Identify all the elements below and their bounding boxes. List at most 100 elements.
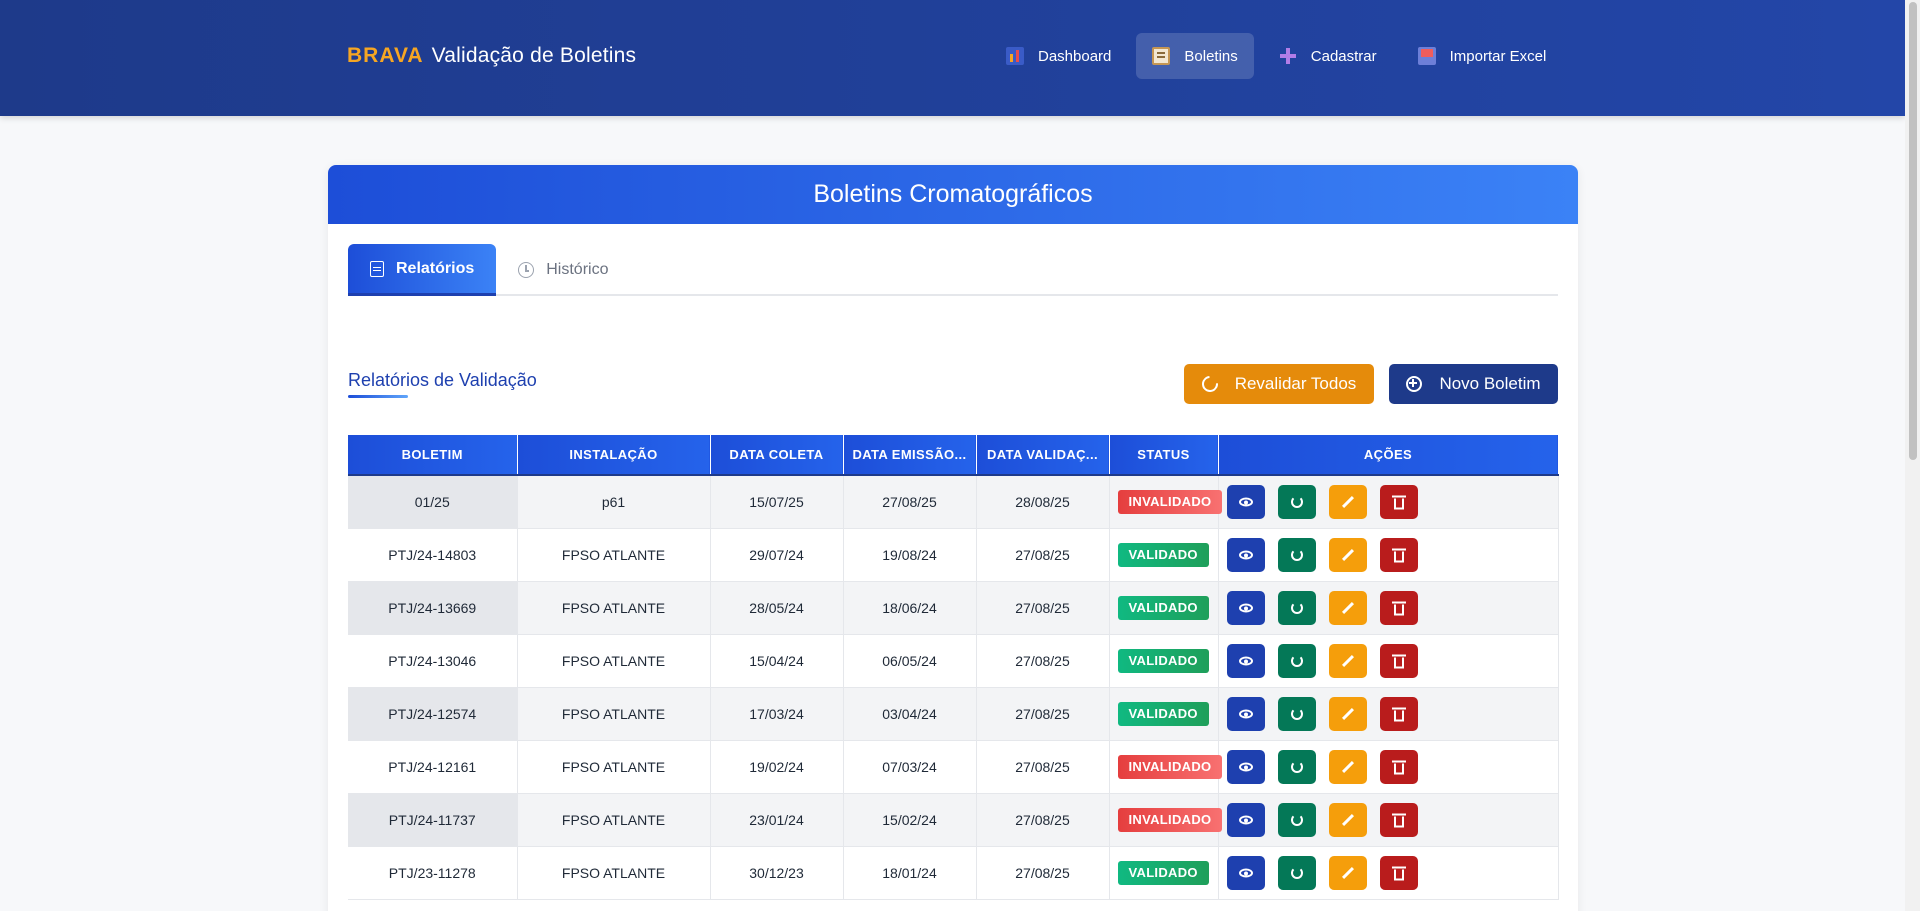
cell-boletim: PTJ/23-11278	[348, 846, 518, 900]
cell-instalacao: p61	[517, 475, 711, 529]
new-bulletin-button[interactable]: Novo Boletim	[1389, 364, 1558, 404]
view-button[interactable]	[1226, 590, 1265, 625]
cell-boletim: PTJ/24-11737	[348, 793, 518, 847]
view-button[interactable]	[1226, 696, 1265, 731]
bulletins-table: BOLETIM INSTALAÇÃO DATA COLETA DATA EMIS…	[348, 435, 1559, 900]
delete-button[interactable]	[1379, 855, 1418, 890]
cell-boletim: PTJ/24-12161	[348, 740, 518, 794]
cell-status: VALIDADO	[1109, 687, 1219, 741]
revalidate-button[interactable]	[1277, 696, 1316, 731]
cell-status: VALIDADO	[1109, 634, 1219, 688]
col-header-status[interactable]: STATUS	[1109, 435, 1219, 476]
revalidate-all-button[interactable]: Revalidar Todos	[1184, 364, 1374, 404]
cell-coleta: 19/02/24	[710, 740, 844, 794]
view-icon	[1238, 762, 1253, 771]
cell-instalacao: FPSO ATLANTE	[517, 687, 711, 741]
cell-boletim: PTJ/24-13669	[348, 581, 518, 635]
table-header-row: BOLETIM INSTALAÇÃO DATA COLETA DATA EMIS…	[348, 435, 1559, 476]
edit-button[interactable]	[1328, 749, 1367, 784]
revalidate-button[interactable]	[1277, 590, 1316, 625]
document-icon	[370, 260, 384, 277]
col-header-instalacao[interactable]: INSTALAÇÃO	[517, 435, 711, 476]
delete-button[interactable]	[1379, 696, 1418, 731]
clock-icon	[518, 262, 535, 278]
nav-cadastrar[interactable]: Cadastrar	[1263, 33, 1393, 79]
cell-validacao: 27/08/25	[976, 581, 1110, 635]
revalidate-button[interactable]	[1277, 749, 1316, 784]
revalidate-button[interactable]	[1277, 484, 1316, 519]
status-badge: VALIDADO	[1117, 701, 1209, 726]
nav-importar-excel[interactable]: Importar Excel	[1402, 33, 1563, 79]
cell-actions	[1218, 846, 1559, 900]
page-scrollbar[interactable]	[1905, 0, 1920, 911]
view-button[interactable]	[1226, 855, 1265, 890]
scrollbar-thumb[interactable]	[1909, 2, 1917, 460]
cell-instalacao: FPSO ATLANTE	[517, 846, 711, 900]
edit-button[interactable]	[1328, 696, 1367, 731]
view-button[interactable]	[1226, 643, 1265, 678]
cell-instalacao: FPSO ATLANTE	[517, 581, 711, 635]
delete-button[interactable]	[1379, 590, 1418, 625]
revalidate-button[interactable]	[1277, 537, 1316, 572]
revalidate-icon	[1290, 601, 1303, 614]
cell-actions	[1218, 581, 1559, 635]
status-badge: VALIDADO	[1117, 595, 1209, 620]
revalidate-button[interactable]	[1277, 643, 1316, 678]
revalidate-icon	[1290, 548, 1303, 561]
table-row: PTJ/24-12161 FPSO ATLANTE 19/02/24 07/03/24…	[348, 740, 1559, 794]
col-header-boletim[interactable]: BOLETIM	[348, 435, 518, 476]
cell-validacao: 27/08/25	[976, 687, 1110, 741]
edit-icon	[1341, 707, 1354, 720]
view-button[interactable]	[1226, 802, 1265, 837]
refresh-icon	[1198, 372, 1221, 396]
delete-button[interactable]	[1379, 643, 1418, 678]
edit-button[interactable]	[1328, 590, 1367, 625]
nav-boletins[interactable]: Boletins	[1136, 33, 1254, 79]
view-button[interactable]	[1226, 537, 1265, 572]
view-button[interactable]	[1226, 484, 1265, 519]
view-icon	[1238, 497, 1253, 507]
cell-actions	[1218, 793, 1559, 847]
cell-emissao: 03/04/24	[843, 687, 977, 741]
clipboard-icon	[1152, 47, 1171, 65]
nav-dashboard[interactable]: Dashboard	[990, 33, 1127, 79]
tab-historico[interactable]: Histórico	[496, 244, 630, 296]
delete-icon	[1391, 866, 1406, 880]
table-row: PTJ/24-14803 FPSO ATLANTE 29/07/24 19/08/24…	[348, 528, 1559, 582]
edit-button[interactable]	[1328, 855, 1367, 890]
edit-button[interactable]	[1328, 802, 1367, 837]
edit-icon	[1341, 548, 1354, 561]
revalidate-button[interactable]	[1277, 855, 1316, 890]
col-header-data-coleta[interactable]: DATA COLETA	[710, 435, 844, 476]
inbox-icon	[1417, 47, 1436, 65]
app-title[interactable]: BRAVA Validação de Boletins	[347, 44, 636, 68]
col-header-data-validacao[interactable]: DATA VALIDAÇ...	[976, 435, 1110, 476]
edit-button[interactable]	[1328, 643, 1367, 678]
cell-actions	[1218, 687, 1559, 741]
cell-status: INVALIDADO	[1109, 793, 1223, 847]
cell-emissao: 27/08/25	[843, 475, 977, 529]
cell-emissao: 18/06/24	[843, 581, 977, 635]
cell-validacao: 27/08/25	[976, 528, 1110, 582]
delete-icon	[1391, 548, 1406, 562]
cell-validacao: 28/08/25	[976, 475, 1110, 529]
table-row: PTJ/24-12574 FPSO ATLANTE 17/03/24 03/04/24…	[348, 687, 1559, 741]
status-badge: VALIDADO	[1117, 860, 1209, 885]
cell-coleta: 30/12/23	[710, 846, 844, 900]
view-button[interactable]	[1226, 749, 1265, 784]
chart-icon	[1006, 47, 1024, 65]
delete-button[interactable]	[1379, 484, 1418, 519]
revalidate-button[interactable]	[1277, 802, 1316, 837]
cell-coleta: 29/07/24	[710, 528, 844, 582]
tab-relatorios[interactable]: Relatórios	[348, 244, 497, 296]
delete-button[interactable]	[1379, 802, 1418, 837]
delete-button[interactable]	[1379, 749, 1418, 784]
cell-emissao: 06/05/24	[843, 634, 977, 688]
cell-validacao: 27/08/25	[976, 740, 1110, 794]
edit-button[interactable]	[1328, 537, 1367, 572]
edit-button[interactable]	[1328, 484, 1367, 519]
delete-button[interactable]	[1379, 537, 1418, 572]
edit-icon	[1341, 495, 1354, 508]
col-header-data-emissao[interactable]: DATA EMISSÃO...	[843, 435, 977, 476]
cell-validacao: 27/08/25	[976, 793, 1110, 847]
